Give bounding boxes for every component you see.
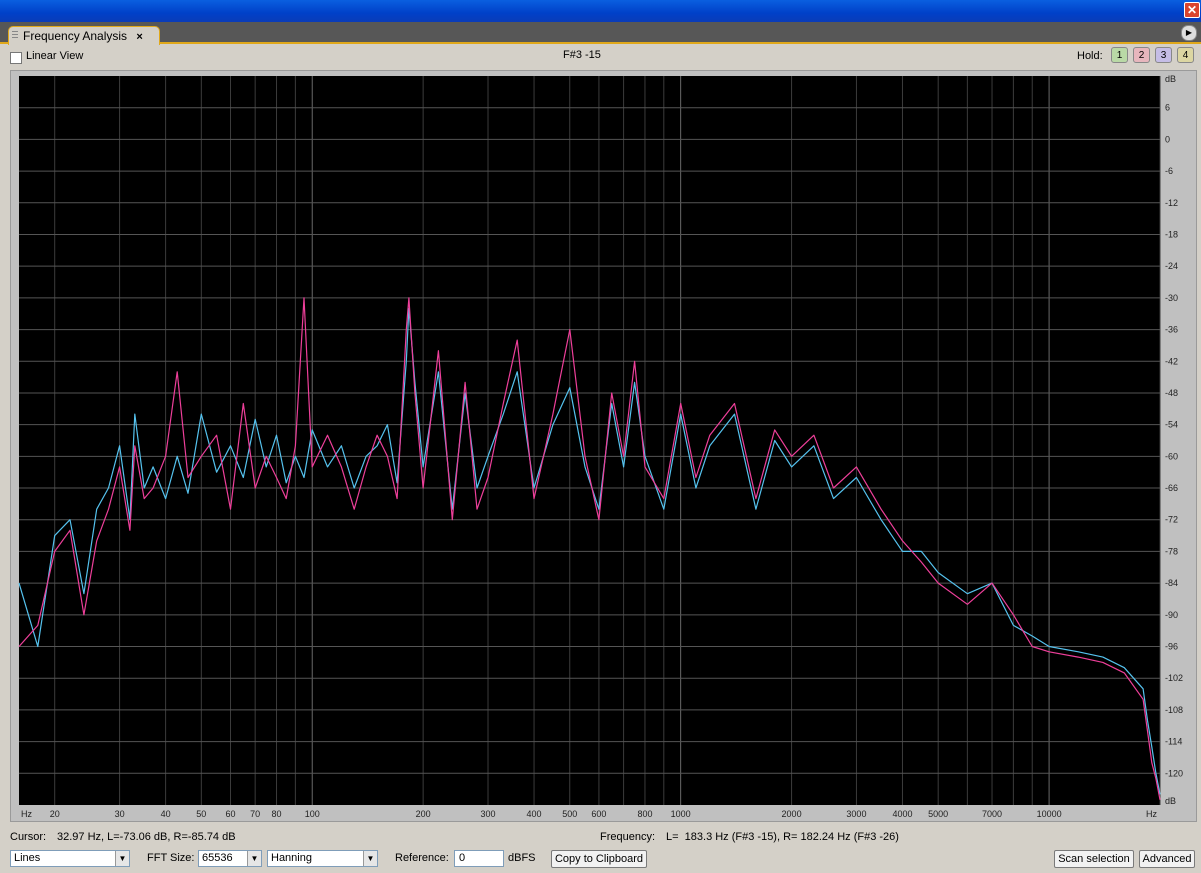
chevron-down-icon[interactable]: ▼ — [363, 851, 377, 866]
controls-bar: Lines ▼ FFT Size: 65536 ▼ Hanning ▼ Refe… — [0, 847, 1201, 873]
display-mode-select[interactable]: Lines ▼ — [10, 850, 130, 867]
spectrum-plot-frame: 20 30 40 50 60 70 80 100 200 300 400 500 600 800 1000 2… — [10, 70, 1197, 822]
drag-grip-icon[interactable] — [12, 31, 18, 40]
note-display: F#3 -15 — [563, 49, 601, 61]
hold-button-2[interactable]: 2 — [1133, 47, 1150, 63]
y-tick-label: -72 — [1165, 515, 1178, 525]
reference-input[interactable]: 0 — [454, 850, 504, 867]
linear-view-label: Linear View — [26, 50, 84, 62]
y-tick-label: -54 — [1165, 420, 1178, 430]
copy-to-clipboard-button[interactable]: Copy to Clipboard — [551, 850, 647, 868]
advanced-button[interactable]: Advanced — [1139, 850, 1195, 868]
y-tick-label: -42 — [1165, 356, 1178, 366]
y-tick-label: -78 — [1165, 546, 1178, 556]
window-close-button[interactable]: ✕ — [1184, 2, 1200, 18]
cursor-label: Cursor: — [10, 831, 47, 843]
x-tick-label: 2000 — [782, 809, 802, 819]
cursor-readout: 32.97 Hz, L=-73.06 dB, R=-85.74 dB — [57, 831, 236, 843]
y-tick-label: -114 — [1165, 737, 1182, 747]
x-tick-label: 7000 — [982, 809, 1002, 819]
chevron-down-icon[interactable]: ▼ — [247, 851, 261, 866]
hold-label: Hold: — [1077, 50, 1103, 62]
y-tick-label: -48 — [1165, 388, 1178, 398]
frequency-readout: L= 183.3 Hz (F#3 -15), R= 182.24 Hz (F#3… — [666, 831, 899, 843]
y-tick-label: -120 — [1165, 768, 1183, 778]
panel-menu-arrow-icon[interactable]: ▶ — [1181, 25, 1197, 41]
x-tick-label: 600 — [591, 809, 606, 819]
window-function-value: Hanning — [271, 852, 312, 864]
fft-size-select[interactable]: 65536 ▼ — [198, 850, 262, 867]
hold-button-3[interactable]: 3 — [1155, 47, 1172, 63]
plot-area[interactable] — [19, 76, 1160, 805]
reference-unit: dBFS — [508, 852, 536, 864]
x-tick-label: 80 — [272, 809, 282, 819]
x-tick-label: 200 — [416, 809, 431, 819]
status-bar: Cursor: 32.97 Hz, L=-73.06 dB, R=-85.74 … — [0, 826, 1201, 846]
y-unit-bottom: dB — [1165, 796, 1176, 806]
x-tick-label: 3000 — [846, 809, 866, 819]
x-unit-right: Hz — [1146, 809, 1157, 819]
y-tick-label: -6 — [1165, 166, 1173, 176]
y-unit-top: dB — [1165, 74, 1176, 84]
x-unit-left: Hz — [21, 809, 32, 819]
y-tick-label: -36 — [1165, 325, 1178, 335]
y-tick-label: -66 — [1165, 483, 1178, 493]
y-axis-labels: 6 0 -6 -12 -18 -24 -30 -36 -42 -48 -54 -60 -66 -72 -78… — [1165, 74, 1183, 806]
x-tick-label: 800 — [637, 809, 652, 819]
x-tick-label: 100 — [305, 809, 320, 819]
reference-label: Reference: — [395, 852, 449, 864]
x-tick-label: 60 — [225, 809, 235, 819]
y-tick-label: -90 — [1165, 610, 1178, 620]
tab-title: Frequency Analysis — [23, 29, 128, 43]
y-tick-label: -60 — [1165, 451, 1178, 461]
y-tick-label: -96 — [1165, 642, 1178, 652]
x-tick-label: 300 — [480, 809, 495, 819]
y-tick-label: -30 — [1165, 293, 1178, 303]
x-tick-label: 4000 — [892, 809, 912, 819]
x-tick-label: 400 — [527, 809, 542, 819]
fft-size-value: 65536 — [202, 852, 233, 864]
y-tick-label: -102 — [1165, 673, 1183, 683]
x-tick-label: 500 — [562, 809, 577, 819]
hold-button-4[interactable]: 4 — [1177, 47, 1194, 63]
x-tick-label: 70 — [250, 809, 260, 819]
x-tick-label: 5000 — [928, 809, 948, 819]
x-tick-label: 1000 — [671, 809, 691, 819]
x-tick-label: 40 — [161, 809, 171, 819]
frequency-spectrum-chart[interactable]: 20 30 40 50 60 70 80 100 200 300 400 500 600 800 1000 2… — [11, 71, 1196, 821]
hold-button-1[interactable]: 1 — [1111, 47, 1128, 63]
tab-frequency-analysis[interactable]: Frequency Analysis × — [8, 26, 160, 45]
y-tick-label: 0 — [1165, 134, 1170, 144]
chevron-down-icon[interactable]: ▼ — [115, 851, 129, 866]
x-tick-label: 50 — [196, 809, 206, 819]
y-tick-label: -12 — [1165, 198, 1178, 208]
window-function-select[interactable]: Hanning ▼ — [267, 850, 378, 867]
y-tick-label: -18 — [1165, 229, 1178, 239]
x-axis-labels: 20 30 40 50 60 70 80 100 200 300 400 500 600 800 1000 2… — [21, 809, 1157, 819]
frequency-label: Frequency: — [600, 831, 656, 843]
scan-selection-button[interactable]: Scan selection — [1054, 850, 1134, 868]
y-tick-label: -108 — [1165, 705, 1183, 715]
y-tick-label: -24 — [1165, 261, 1178, 271]
linear-view-checkbox[interactable] — [10, 52, 22, 64]
y-tick-label: -84 — [1165, 578, 1178, 588]
display-mode-value: Lines — [14, 852, 41, 864]
analysis-toolbar: Linear View F#3 -15 Hold: 1 2 3 4 — [0, 44, 1201, 70]
x-tick-label: 30 — [115, 809, 125, 819]
x-tick-label: 20 — [50, 809, 60, 819]
y-tick-label: 6 — [1165, 103, 1170, 113]
window-title-bar: ✕ — [0, 0, 1201, 22]
fft-size-label: FFT Size: — [147, 852, 195, 864]
tab-close-icon[interactable]: × — [136, 31, 142, 43]
panel-tab-strip: Frequency Analysis × — [0, 22, 1201, 45]
x-tick-label: 10000 — [1037, 809, 1062, 819]
